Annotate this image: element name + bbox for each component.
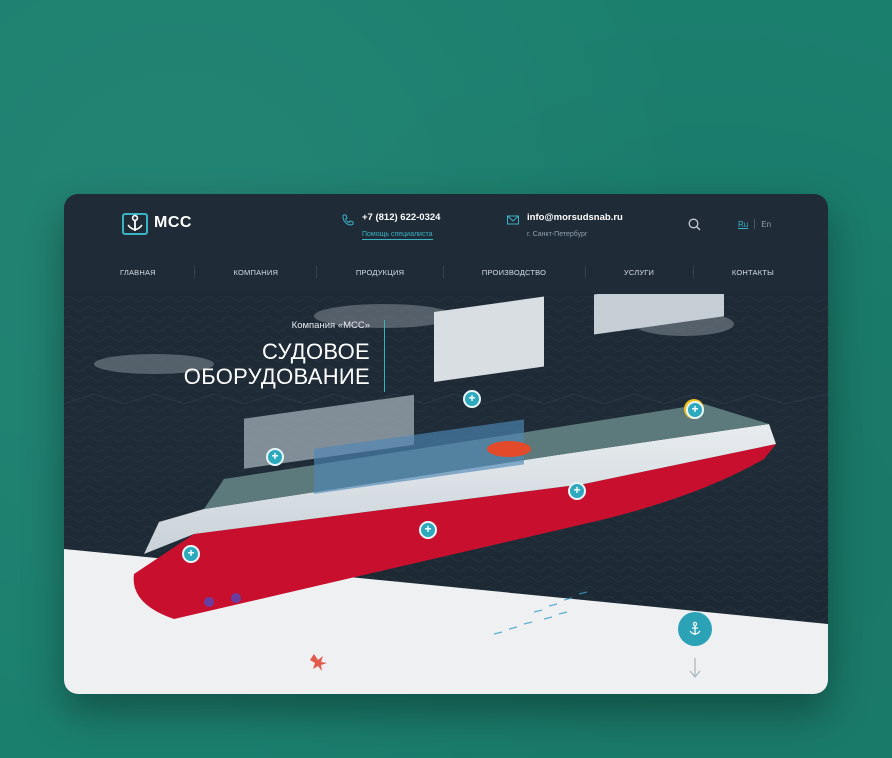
nav-home[interactable]: ГЛАВНАЯ	[120, 268, 156, 277]
hotspot-engine[interactable]: +	[568, 482, 586, 500]
city-label: г. Санкт-Петербург	[527, 231, 588, 238]
specialist-help-link[interactable]: Помощь специалиста	[362, 231, 433, 240]
nav-divider	[692, 266, 694, 278]
hotspot-bridge[interactable]: +	[463, 390, 481, 408]
anchor-button[interactable]	[678, 612, 712, 646]
phone-icon	[342, 214, 354, 226]
nav-products[interactable]: ПРОДУКЦИЯ	[356, 268, 404, 277]
anchor-icon	[689, 621, 701, 635]
lang-divider	[754, 219, 756, 229]
hotspot-crane[interactable]: +	[266, 448, 284, 466]
site-header: МСС +7 (812) 622-0324 Помощь специалиста…	[64, 194, 828, 254]
hotspot-stern[interactable]: +	[686, 401, 704, 419]
arrow-down-icon[interactable]	[686, 656, 704, 680]
caption-divider	[384, 320, 385, 392]
logo-anchor-icon	[122, 213, 148, 235]
hero-caption: Компания «МСС» СУДОВОЕ ОБОРУДОВАНИЕ	[184, 320, 370, 389]
nav-divider	[316, 266, 318, 278]
phone-block: +7 (812) 622-0324 Помощь специалиста	[342, 212, 440, 241]
lang-ru[interactable]: Ru	[738, 220, 748, 229]
mail-icon	[507, 215, 519, 225]
website-card: + + + + + + Компания «МСС» СУДОВОЕ ОБОРУ…	[64, 194, 828, 694]
hero-illustration	[64, 294, 828, 694]
hero-section: + + + + + + Компания «МСС» СУДОВОЕ ОБОРУ…	[64, 294, 828, 694]
email-block: info@morsudsnab.ru г. Санкт-Петербург	[507, 212, 623, 241]
hero-subtitle: Компания «МСС»	[291, 320, 370, 331]
search-icon[interactable]	[688, 218, 701, 231]
nav-divider	[584, 266, 586, 278]
logo-text: МСС	[154, 214, 192, 231]
hero-title-line1: СУДОВОЕ	[262, 339, 370, 364]
nav-divider	[442, 266, 444, 278]
nav-contacts[interactable]: КОНТАКТЫ	[732, 268, 774, 277]
nav-divider	[194, 266, 196, 278]
hero-title-line2: ОБОРУДОВАНИЕ	[183, 364, 370, 389]
email-address[interactable]: info@morsudsnab.ru	[527, 212, 623, 223]
nav-production[interactable]: ПРОИЗВОДСТВО	[482, 268, 546, 277]
lang-en[interactable]: En	[761, 220, 771, 229]
logo[interactable]: МСС	[122, 210, 192, 236]
nav-company[interactable]: КОМПАНИЯ	[234, 268, 279, 277]
nav-services[interactable]: УСЛУГИ	[624, 268, 654, 277]
hotspot-bow[interactable]: +	[182, 545, 200, 563]
language-switcher: Ru En	[738, 219, 771, 229]
main-nav: ГЛАВНАЯ КОМПАНИЯ ПРОДУКЦИЯ ПРОИЗВОДСТВО …	[64, 257, 828, 287]
hotspot-tank[interactable]: +	[419, 521, 437, 539]
phone-number[interactable]: +7 (812) 622-0324	[362, 212, 440, 223]
